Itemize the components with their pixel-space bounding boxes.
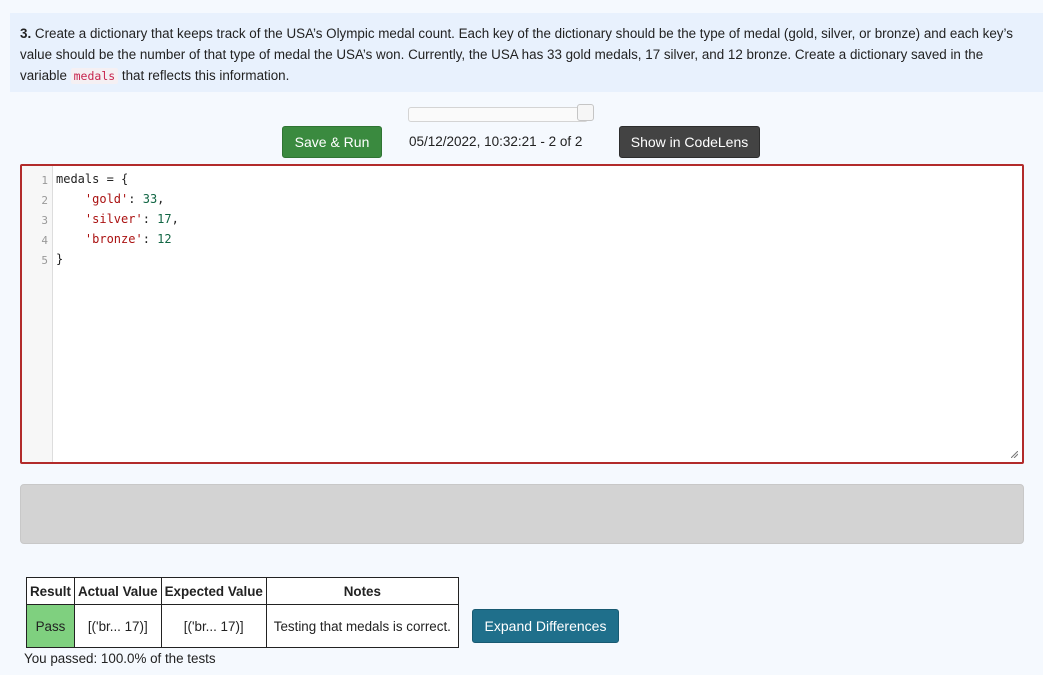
notes-cell: Testing that medals is correct.	[265, 604, 459, 648]
line-number: 4	[41, 234, 48, 247]
question-prompt: 3. Create a dictionary that keeps track …	[10, 13, 1043, 92]
code-number-token: 33	[142, 192, 158, 206]
code-token: :	[142, 212, 158, 226]
header-actual-value: Actual Value	[73, 577, 162, 605]
run-timestamp: 05/12/2022, 10:32:21 - 2 of 2	[409, 134, 583, 149]
show-in-codelens-button[interactable]: Show in CodeLens	[619, 126, 760, 158]
question-text-end: that reflects this information.	[118, 68, 290, 83]
test-summary: You passed: 100.0% of the tests	[24, 651, 216, 666]
expected-value-cell: [('br... 17)]	[160, 604, 267, 648]
code-line[interactable]: 'bronze': 12	[56, 232, 172, 246]
unit-test-results-table: Result Actual Value Expected Value Notes…	[26, 577, 459, 648]
header-notes: Notes	[265, 577, 459, 605]
code-token: ,	[171, 212, 179, 226]
line-number-gutter: 1 2 3 4 5	[22, 166, 53, 462]
actual-value-cell: [('br... 17)]	[73, 604, 162, 648]
resize-handle-icon[interactable]	[1011, 451, 1018, 458]
code-number-token: 17	[157, 212, 172, 226]
line-number: 5	[41, 254, 48, 267]
code-token: medals = {	[56, 172, 129, 186]
header-result: Result	[26, 577, 75, 605]
code-token: :	[142, 232, 158, 246]
code-line[interactable]: }	[56, 252, 63, 266]
question-number: 3.	[20, 26, 32, 41]
expand-differences-button[interactable]: Expand Differences	[472, 609, 619, 643]
code-line[interactable]: 'gold': 33,	[56, 192, 165, 206]
code-token: }	[56, 252, 64, 266]
code-token: :	[128, 192, 143, 206]
code-editor[interactable]: 12345 medals = { 'gold': 33, 'silver': 1…	[20, 164, 1024, 464]
code-token: ,	[157, 192, 165, 206]
code-line[interactable]: 'silver': 17,	[56, 212, 179, 226]
line-number: 2	[41, 194, 48, 207]
history-slider-track[interactable]	[408, 107, 588, 122]
line-number: 1	[41, 174, 48, 187]
history-slider-handle[interactable]	[577, 104, 594, 121]
code-number-token: 12	[157, 232, 172, 246]
code-string-token: 'bronze'	[84, 232, 143, 246]
header-expected-value: Expected Value	[160, 577, 267, 605]
code-string-token: 'gold'	[84, 192, 129, 206]
code-line[interactable]: medals = {	[56, 172, 128, 186]
result-cell: Pass	[26, 604, 75, 648]
table-row: Pass [('br... 17)] [('br... 17)] Testing…	[26, 604, 459, 648]
save-and-run-button[interactable]: Save & Run	[282, 126, 382, 158]
code-string-token: 'silver'	[84, 212, 143, 226]
variable-name-code: medals	[70, 68, 119, 84]
line-number: 3	[41, 214, 48, 227]
program-output-area	[20, 484, 1024, 544]
